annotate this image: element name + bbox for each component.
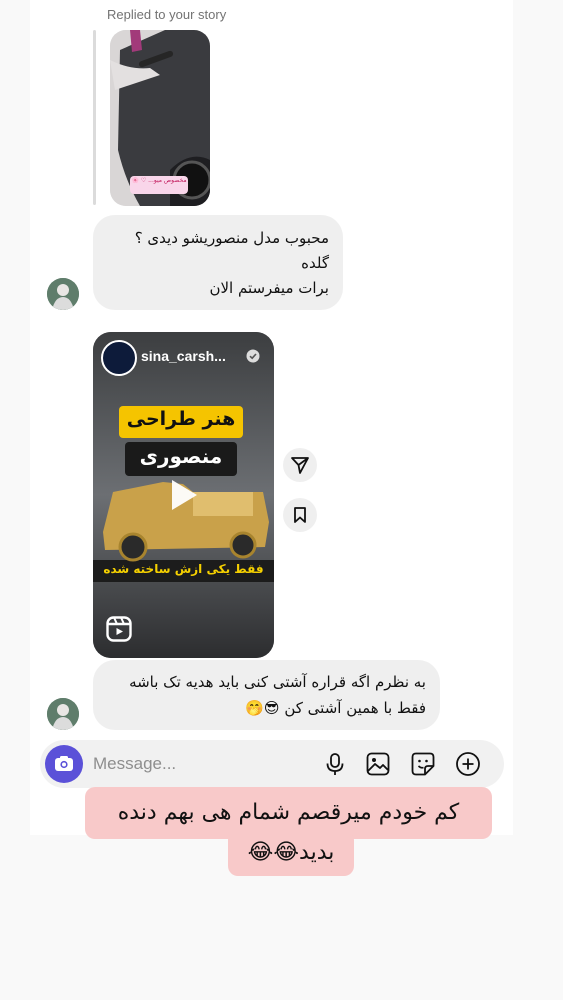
sender-avatar[interactable] [47,278,79,310]
overlay-caption-line2: بدید😂😂 [228,830,354,876]
verified-icon [246,349,260,363]
shared-reel-card[interactable]: sina_carsh... هنر طراحی منصوری فقط یکی ا… [93,332,274,658]
gallery-icon[interactable] [365,751,391,777]
message-line: برات میفرستم الان [209,279,329,297]
reel-username[interactable]: sina_carsh... [141,348,226,364]
reel-headline-2: منصوری [139,444,223,468]
message-line: به نظرم اگه قراره آشتی کنی باید هدیه تک … [129,673,426,691]
play-icon[interactable] [169,478,199,512]
share-button[interactable] [283,448,317,482]
plus-icon[interactable] [455,751,481,777]
message-line: فقط با همین آشتی کن 😎🤭 [245,699,426,717]
save-button[interactable] [283,498,317,532]
message-bubble[interactable]: محبوب مدل منصوریشو دیدی ؟ گلده برات میفر… [93,215,343,310]
story-sticker: مخصوص میو... ♡ 🌸 [130,176,188,194]
reels-icon [106,616,132,642]
microphone-icon[interactable] [322,751,348,777]
sender-avatar[interactable] [47,698,79,730]
message-input[interactable] [93,751,293,777]
reel-headline: هنر طراحی [126,408,236,430]
reply-indicator-bar [93,30,96,205]
message-line: گلده [301,254,329,272]
share-icon [291,457,309,474]
replied-to-story-label: Replied to your story [107,7,227,22]
reel-author-avatar[interactable] [101,340,137,376]
message-bubble[interactable]: به نظرم اگه قراره آشتی کنی باید هدیه تک … [93,660,440,730]
bookmark-icon [294,507,306,523]
camera-button[interactable] [45,745,83,783]
camera-icon [55,756,73,771]
message-line: محبوب مدل منصوریشو دیدی ؟ [134,229,329,247]
message-composer [40,740,504,788]
story-thumbnail[interactable]: مخصوص میو... ♡ 🌸 [110,30,210,206]
sticker-icon[interactable] [410,751,436,777]
reel-subtitle: فقط یکی ازش ساخته شده [103,562,264,576]
